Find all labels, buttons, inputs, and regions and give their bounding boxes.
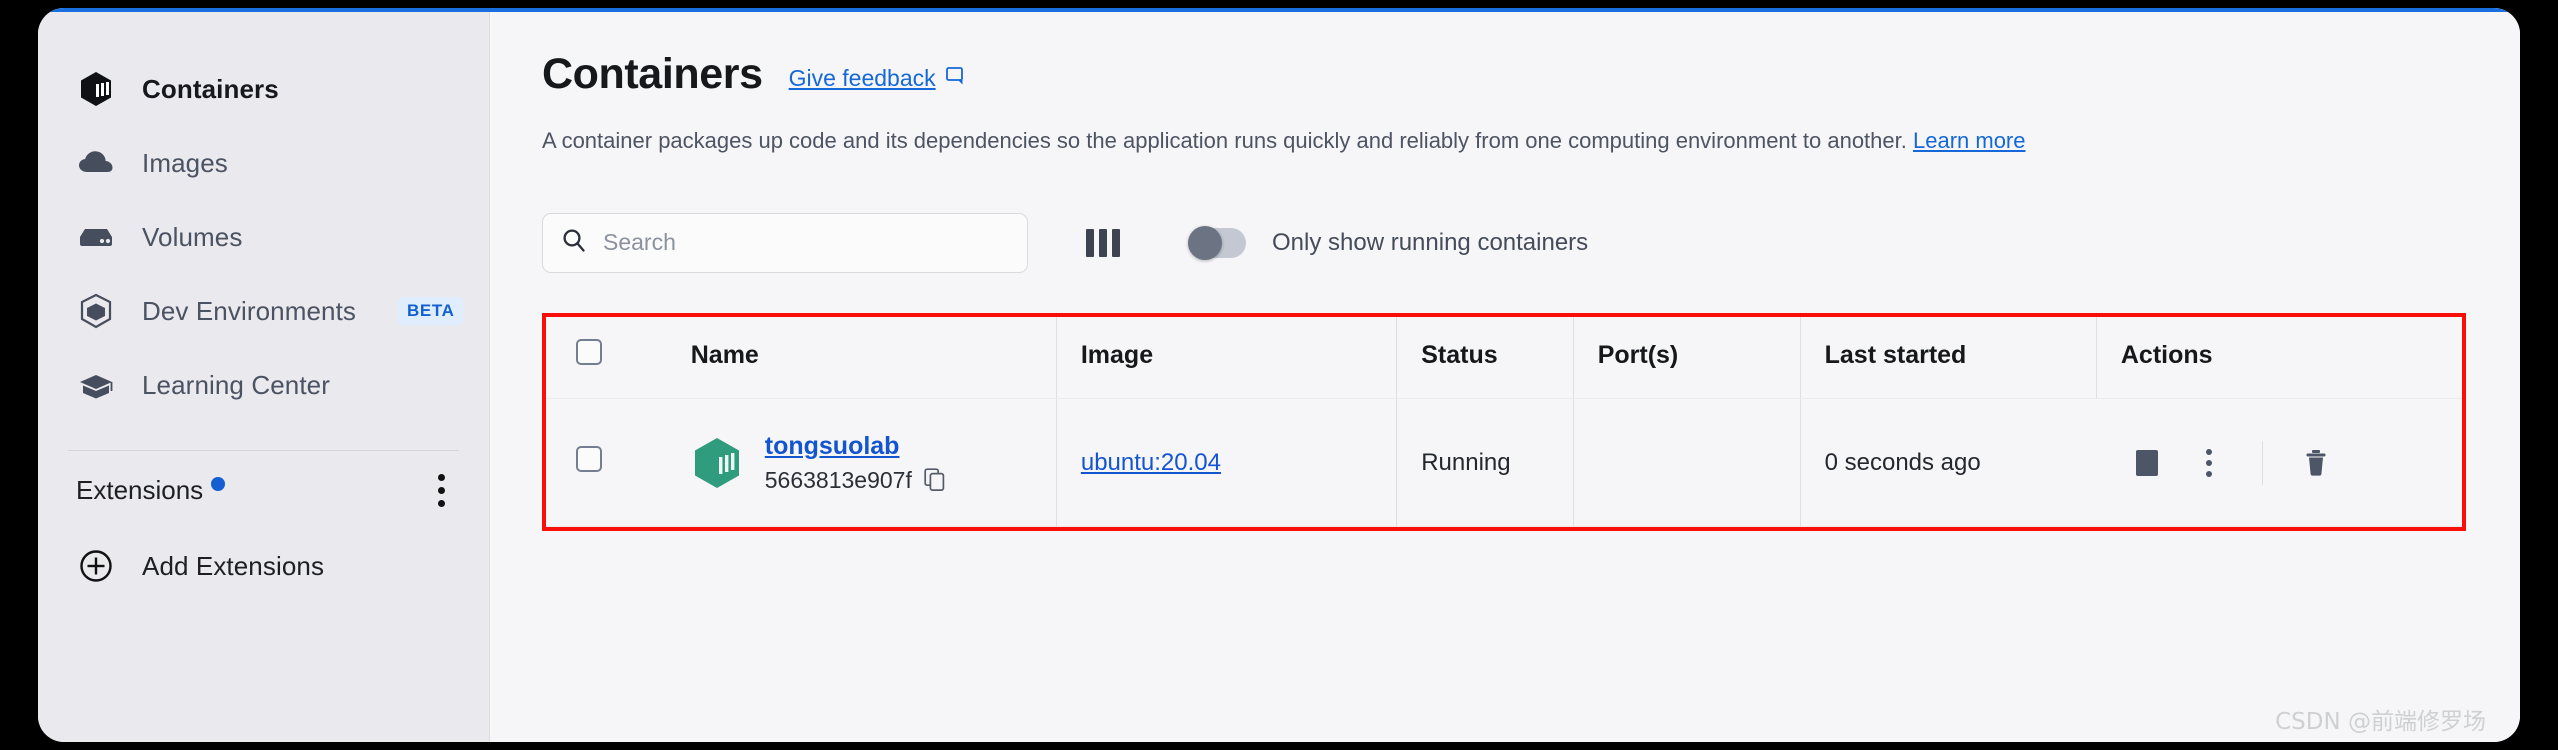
- search-icon: [561, 227, 587, 258]
- docker-desktop-window: Containers Images Volumes Dev Environmen…: [38, 8, 2520, 742]
- status-badge: Running: [1421, 448, 1511, 476]
- toolbar: Only show running containers: [542, 212, 2468, 273]
- sidebar-item-label: Images: [142, 147, 228, 178]
- cloud-icon: [76, 143, 116, 183]
- row-name-cell: tongsuolab 5663813e907f: [690, 398, 1057, 528]
- column-header-actions: Actions: [2095, 312, 2462, 400]
- containers-table: Name Image Status Port(s) Last started A…: [542, 312, 2462, 528]
- toggle-switch[interactable]: [1188, 225, 1246, 260]
- sidebar-item-images[interactable]: Images: [38, 126, 489, 200]
- feedback-comment-icon: [945, 65, 967, 93]
- sidebar-item-label: Volumes: [142, 221, 243, 252]
- column-header-last-started[interactable]: Last started: [1799, 312, 2097, 400]
- row-select-cell: [542, 398, 691, 528]
- row-actions-cell: [2096, 398, 2462, 528]
- kebab-menu-icon[interactable]: [2178, 435, 2240, 491]
- beta-badge: BETA: [398, 297, 464, 325]
- search-box[interactable]: [542, 212, 1028, 273]
- row-image-cell: ubuntu:20.04: [1055, 398, 1397, 528]
- column-header-name[interactable]: Name: [690, 312, 1057, 400]
- container-name-link[interactable]: tongsuolab: [765, 432, 946, 461]
- sidebar: Containers Images Volumes Dev Environmen…: [38, 8, 490, 742]
- trash-icon[interactable]: [2285, 435, 2347, 491]
- learn-more-link[interactable]: Learn more: [1913, 128, 2026, 153]
- actions-divider: [2262, 440, 2264, 485]
- notification-dot-icon: [211, 476, 226, 491]
- row-status-cell: Running: [1396, 398, 1574, 528]
- table-row[interactable]: tongsuolab 5663813e907f ubuntu:20.04 Run…: [542, 398, 2462, 528]
- select-all-checkbox[interactable]: [576, 339, 602, 366]
- page-title: Containers: [542, 50, 763, 98]
- kebab-menu-icon[interactable]: [432, 468, 451, 513]
- row-checkbox[interactable]: [576, 446, 602, 473]
- window-top-accent: [38, 8, 2520, 12]
- column-header-image[interactable]: Image: [1055, 312, 1397, 400]
- volume-drive-icon: [76, 217, 116, 257]
- add-extensions-button[interactable]: Add Extensions: [38, 529, 489, 603]
- only-running-toggle[interactable]: Only show running containers: [1188, 225, 1589, 260]
- description-text: A container packages up code and its dep…: [542, 128, 1907, 153]
- page-header: Containers Give feedback: [542, 50, 2468, 99]
- table-header-row: Name Image Status Port(s) Last started A…: [542, 312, 2462, 400]
- only-running-label: Only show running containers: [1272, 228, 1589, 256]
- sidebar-item-learning-center[interactable]: Learning Center: [38, 348, 489, 422]
- container-cube-icon: [691, 435, 743, 491]
- select-all-header: [542, 312, 691, 400]
- give-feedback-link[interactable]: Give feedback: [789, 57, 967, 93]
- sidebar-item-label: Containers: [142, 73, 279, 104]
- toggle-knob: [1188, 225, 1222, 260]
- page-description: A container packages up code and its dep…: [542, 125, 2468, 157]
- sidebar-item-volumes[interactable]: Volumes: [38, 200, 489, 274]
- containers-table-zone: Name Image Status Port(s) Last started A…: [542, 312, 2468, 531]
- last-started-value: 0 seconds ago: [1824, 448, 1981, 476]
- container-cube-icon: [76, 69, 116, 109]
- watermark: CSDN @前端修罗场: [2275, 709, 2486, 735]
- image-link[interactable]: ubuntu:20.04: [1081, 449, 1221, 476]
- row-ports-cell: [1572, 398, 1801, 528]
- copy-icon[interactable]: [924, 468, 946, 492]
- search-input[interactable]: [603, 229, 1009, 257]
- main-content: Containers Give feedback A container pac…: [490, 8, 2520, 742]
- sidebar-item-containers[interactable]: Containers: [38, 52, 489, 126]
- add-extensions-label: Add Extensions: [142, 550, 325, 581]
- column-header-ports[interactable]: Port(s): [1572, 312, 1801, 400]
- row-last-started-cell: 0 seconds ago: [1799, 398, 2097, 528]
- extensions-label: Extensions: [76, 474, 204, 505]
- column-header-status[interactable]: Status: [1396, 312, 1574, 400]
- give-feedback-label: Give feedback: [788, 65, 936, 91]
- dev-environments-box-icon: [76, 291, 116, 331]
- stop-square-icon[interactable]: [2116, 435, 2178, 491]
- container-id: 5663813e907f: [764, 466, 912, 493]
- sidebar-item-label: Learning Center: [142, 369, 330, 400]
- column-settings-icon[interactable]: [1086, 228, 1120, 257]
- graduation-cap-icon: [76, 365, 116, 405]
- sidebar-item-label: Dev Environments: [142, 295, 357, 326]
- plus-circle-icon: [76, 546, 116, 586]
- sidebar-item-extensions[interactable]: Extensions: [38, 451, 489, 529]
- sidebar-item-dev-environments[interactable]: Dev Environments BETA: [38, 274, 489, 348]
